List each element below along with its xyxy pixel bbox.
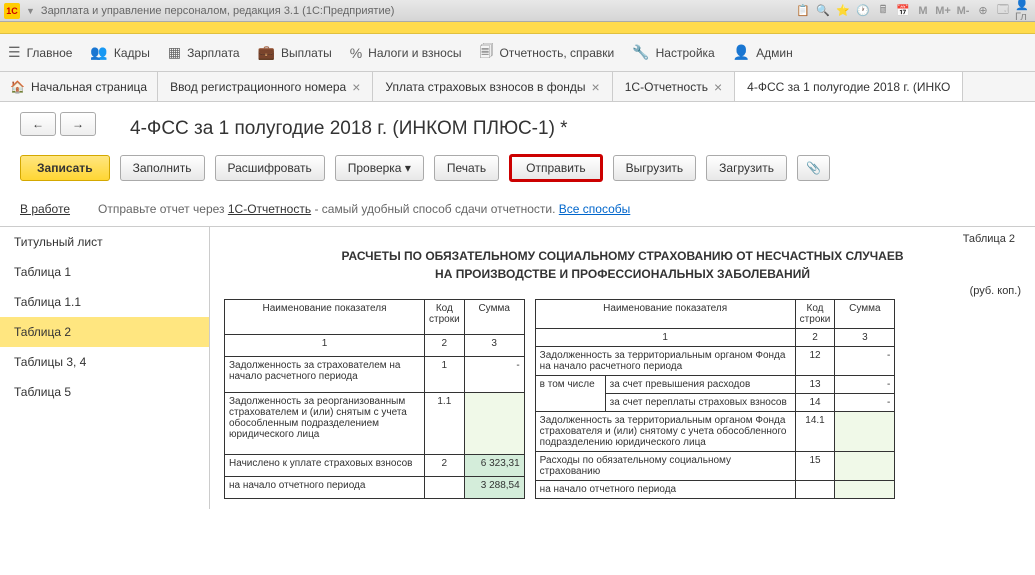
sidebar-item[interactable]: Таблица 1 xyxy=(0,257,209,287)
menu-icon: 💼 xyxy=(258,44,275,61)
tab[interactable]: 1С-Отчетность × xyxy=(613,72,735,101)
menu-label: Отчетность, справки xyxy=(499,46,614,60)
left-table: Наименование показателя Код строки Сумма… xyxy=(224,299,525,499)
app-logo: 1С xyxy=(4,3,20,19)
menu-item[interactable]: % Налоги и взносы xyxy=(350,45,462,61)
close-icon[interactable]: × xyxy=(592,79,600,95)
tab[interactable]: 4-ФСС за 1 полугодие 2018 г. (ИНКО xyxy=(735,72,963,101)
menu-item[interactable]: 🗐 Отчетность, справки xyxy=(479,41,614,65)
fill-button[interactable]: Заполнить xyxy=(120,155,205,181)
send-button[interactable]: Отправить xyxy=(509,154,603,182)
toolbar-icon[interactable]: 📋 xyxy=(795,3,811,19)
toolbar-icon[interactable]: 🔍 xyxy=(815,3,831,19)
close-icon[interactable]: × xyxy=(352,79,360,95)
unit-label: (руб. коп.) xyxy=(224,285,1021,297)
all-methods-link[interactable]: Все способы xyxy=(559,202,631,216)
table-row: на начало отчетного периода3 288,54 xyxy=(225,477,525,499)
tab-label: Начальная страница xyxy=(31,80,147,94)
menu-label: Выплаты xyxy=(281,46,332,60)
import-button[interactable]: Загрузить xyxy=(706,155,787,181)
menu-label: Налоги и взносы xyxy=(368,46,461,60)
tab[interactable]: Уплата страховых взносов в фонды × xyxy=(373,72,612,101)
sidebar-item[interactable]: Таблица 1.1 xyxy=(0,287,209,317)
calc-icon[interactable]: 🖩 xyxy=(875,3,891,19)
sidebar-item[interactable]: Таблица 2 xyxy=(0,317,209,347)
menu-icon: ▦ xyxy=(168,44,181,61)
table-row: Задолженность за территориальным органом… xyxy=(535,412,895,452)
table-row: в том числеза счет превышения расходов13… xyxy=(535,376,895,394)
m-button[interactable]: M xyxy=(915,3,931,19)
back-button[interactable]: ← xyxy=(20,112,56,136)
page-title: 4-ФСС за 1 полугодие 2018 г. (ИНКОМ ПЛЮС… xyxy=(130,118,1015,140)
menu-item[interactable]: 💼 Выплаты xyxy=(258,44,332,61)
menu-item[interactable]: 🔧 Настройка xyxy=(632,44,715,61)
menu-icon: 🔧 xyxy=(632,44,649,61)
decode-button[interactable]: Расшифровать xyxy=(215,155,325,181)
dropdown-icon[interactable]: ▼ xyxy=(26,6,35,16)
toolbar-icon[interactable]: 🕐 xyxy=(855,3,871,19)
info-text: Отправьте отчет через 1С-Отчетность - са… xyxy=(98,202,630,216)
mminus-button[interactable]: M- xyxy=(955,3,971,19)
attach-button[interactable]: 📎 xyxy=(797,155,830,181)
table-label: Таблица 2 xyxy=(963,233,1015,245)
tab[interactable]: Ввод регистрационного номера × xyxy=(158,72,373,101)
reporting-link[interactable]: 1С-Отчетность xyxy=(228,202,311,216)
check-button[interactable]: Проверка ▾ xyxy=(335,155,424,181)
menu-label: Админ xyxy=(756,46,793,60)
tab-label: 4-ФСС за 1 полугодие 2018 г. (ИНКО xyxy=(747,80,950,94)
save-button[interactable]: Записать xyxy=(20,155,110,181)
table-row: Задолженность за реорганизованным страхо… xyxy=(225,392,525,454)
home-icon: 🏠 xyxy=(10,80,25,94)
calendar-icon[interactable]: 📅 xyxy=(895,3,911,19)
menu-label: Зарплата xyxy=(187,46,240,60)
print-button[interactable]: Печать xyxy=(434,155,499,181)
menu-item[interactable]: 👥 Кадры xyxy=(90,44,149,61)
window-title: Зарплата и управление персоналом, редакц… xyxy=(41,5,394,17)
toolbar-icon[interactable]: ⭐ xyxy=(835,3,851,19)
menu-icon: 🗐 xyxy=(479,41,493,65)
menu-icon: 👥 xyxy=(90,44,107,61)
menu-icon: 👤 xyxy=(733,44,750,61)
close-icon[interactable]: × xyxy=(714,79,722,95)
mplus-button[interactable]: M+ xyxy=(935,3,951,19)
tab-label: Уплата страховых взносов в фонды xyxy=(385,80,585,94)
sidebar-item[interactable]: Таблица 5 xyxy=(0,377,209,407)
report-subtitle: НА ПРОИЗВОДСТВЕ И ПРОФЕССИОНАЛЬНЫХ ЗАБОЛ… xyxy=(224,267,1021,281)
menu-item[interactable]: ☰ Главное xyxy=(8,44,72,61)
user-icon[interactable]: 👤Гл xyxy=(1015,3,1031,19)
right-table: Наименование показателя Код строки Сумма… xyxy=(535,299,896,499)
report-title: РАСЧЕТЫ ПО ОБЯЗАТЕЛЬНОМУ СОЦИАЛЬНОМУ СТР… xyxy=(224,249,1021,263)
sidebar-item[interactable]: Таблицы 3, 4 xyxy=(0,347,209,377)
menu-label: Главное xyxy=(27,46,73,60)
report-area: Таблица 2 РАСЧЕТЫ ПО ОБЯЗАТЕЛЬНОМУ СОЦИА… xyxy=(210,227,1035,509)
window-icon[interactable]: ⊕ xyxy=(975,3,991,19)
export-button[interactable]: Выгрузить xyxy=(613,155,697,181)
tab-label: 1С-Отчетность xyxy=(625,80,708,94)
table-row: Расходы по обязательному социальному стр… xyxy=(535,452,895,481)
section-sidebar: Титульный листТаблица 1Таблица 1.1Таблиц… xyxy=(0,227,210,509)
menu-label: Настройка xyxy=(656,46,715,60)
menu-item[interactable]: 👤 Админ xyxy=(733,44,793,61)
tab-label: Ввод регистрационного номера xyxy=(170,80,346,94)
forward-button[interactable]: → xyxy=(60,112,96,136)
menu-label: Кадры xyxy=(114,46,150,60)
menu-icon: ☰ xyxy=(8,44,21,61)
table-row: Задолженность за территориальным органом… xyxy=(535,347,895,376)
tab[interactable]: 🏠 Начальная страница xyxy=(0,72,158,101)
table-row: на начало отчетного периода xyxy=(535,481,895,499)
yellow-strip xyxy=(0,22,1035,34)
window-icon[interactable]: 🗔 xyxy=(995,3,1011,19)
sidebar-item[interactable]: Титульный лист xyxy=(0,227,209,257)
menu-item[interactable]: ▦ Зарплата xyxy=(168,44,240,61)
table-row: Задолженность за страхователем на начало… xyxy=(225,357,525,392)
menu-icon: % xyxy=(350,45,362,61)
status-link[interactable]: В работе xyxy=(20,202,70,216)
table-row: Начислено к уплате страховых взносов26 3… xyxy=(225,455,525,477)
